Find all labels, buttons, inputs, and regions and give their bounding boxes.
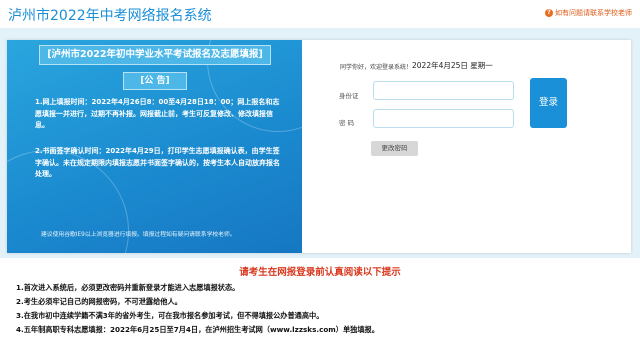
site-title: 泸州市2022年中考网络报名系统 [8, 8, 212, 24]
login-button[interactable]: 登录 [530, 78, 567, 128]
tip-item: 1.首次进入系统后，必须更改密码并重新登录才能进入志愿填报状态。 [16, 283, 240, 292]
tip-item: 4.五年制高职专科志愿填报：2022年6月25日至7月4日，在泸州招生考试网（w… [16, 325, 379, 334]
notice-heading: [泸州市2022年初中学业水平考试报名及志愿填报] [39, 45, 271, 65]
help-link[interactable]: ? 如有问题请联系学校老师 [545, 8, 632, 18]
top-bar: 泸州市2022年中考网络报名系统 ? 如有问题请联系学校老师 [0, 0, 640, 28]
date-text: 2022年4月25日 星期一 [412, 61, 493, 70]
greeting-text: 同学你好，欢迎登录系统！ [340, 64, 413, 71]
notice-paragraph-1: 1.网上填报时间：2022年4月26日8：00至4月28日18：00；网上报名和… [35, 98, 280, 129]
id-label: 身份证 [339, 92, 359, 100]
help-link-label: 如有问题请联系学校老师 [555, 9, 632, 17]
password-label: 密 码 [339, 119, 355, 127]
id-input[interactable] [373, 81, 514, 100]
notice-subheading: [公 告] [123, 72, 187, 90]
password-input[interactable] [373, 109, 514, 128]
tip-item: 3.在我市初中连续学籍不满3年的省外考生，可在我市报名参加考试，但不得填报公办普… [16, 311, 324, 320]
change-password-button[interactable]: 更改密码 [371, 141, 418, 156]
help-icon: ? [545, 9, 553, 17]
notice-paragraph-2: 2.书面签字确认时间：2022年4月29日，打印学生志愿填报确认表，由学生签字确… [35, 147, 280, 178]
tip-item: 2.考生必须牢记自己的网报密码，不可泄露给他人。 [16, 297, 182, 306]
notice-footer: 建议使用谷歌IE9以上浏览器进行填报。填报过程如有疑问请联系学校老师。 [41, 232, 236, 238]
tips-title: 请考生在网报登录前认真阅读以下提示 [239, 267, 401, 278]
notice-board: [泸州市2022年初中学业水平考试报名及志愿填报] [公 告] 1.网上填报时间… [7, 40, 302, 253]
